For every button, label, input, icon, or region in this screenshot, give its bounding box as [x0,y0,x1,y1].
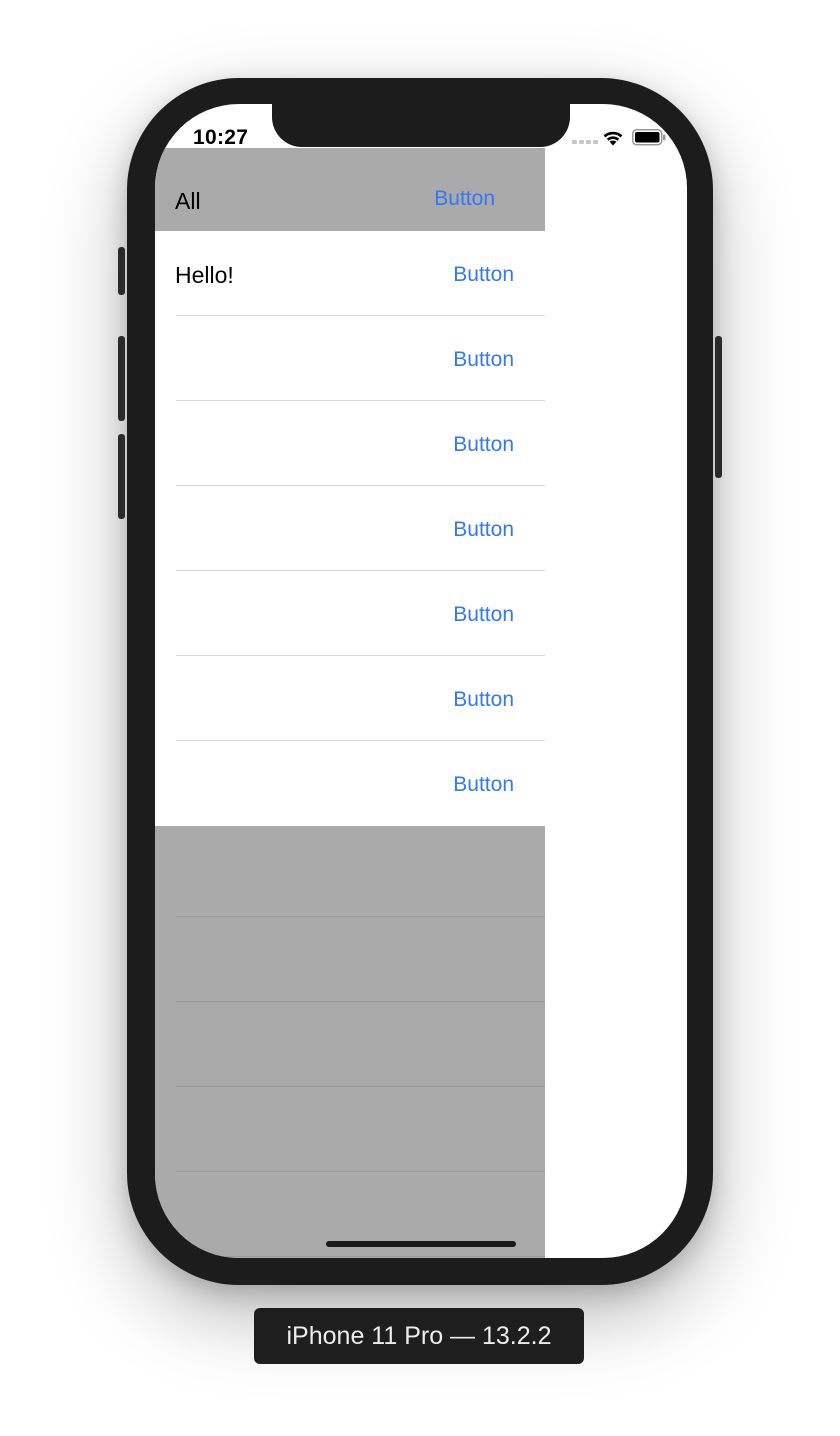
phone-screen: 10:27 All Button Hello! Button Button Bu… [155,104,687,1258]
signal-dots-icon [572,140,598,144]
notch [272,104,570,147]
list-view[interactable]: All Button Hello! Button Button Button B… [155,148,545,1258]
empty-row [155,1002,545,1087]
row-button[interactable]: Button [453,433,514,457]
device-label: iPhone 11 Pro — 13.2.2 [254,1308,584,1364]
list-item[interactable]: Hello! Button [155,231,545,316]
wifi-icon [603,131,623,146]
row-label: Hello! [175,262,234,288]
row-button[interactable]: Button [453,773,514,797]
row-button[interactable]: Button [453,518,514,542]
empty-row [155,917,545,1002]
power-button [715,336,722,478]
row-separator [176,1256,545,1257]
status-time: 10:27 [193,126,249,149]
row-button[interactable]: Button [453,263,514,287]
empty-row [155,1087,545,1172]
list-item[interactable]: Button [155,656,545,741]
list-item[interactable]: Button [155,316,545,401]
header-title: All [175,188,201,214]
empty-row [155,832,545,917]
volume-down-button [118,434,125,519]
row-button[interactable]: Button [453,688,514,712]
list-item[interactable]: Button [155,486,545,571]
list-item[interactable]: Button [155,741,545,826]
battery-icon [632,129,666,146]
list-item[interactable]: Button [155,401,545,486]
row-button[interactable]: Button [453,603,514,627]
volume-up-button [118,336,125,421]
home-indicator[interactable] [326,1241,516,1247]
mute-switch [118,247,125,295]
list-header: All Button [155,148,545,231]
row-button[interactable]: Button [453,348,514,372]
list-item[interactable]: Button [155,571,545,656]
header-button[interactable]: Button [434,187,495,211]
